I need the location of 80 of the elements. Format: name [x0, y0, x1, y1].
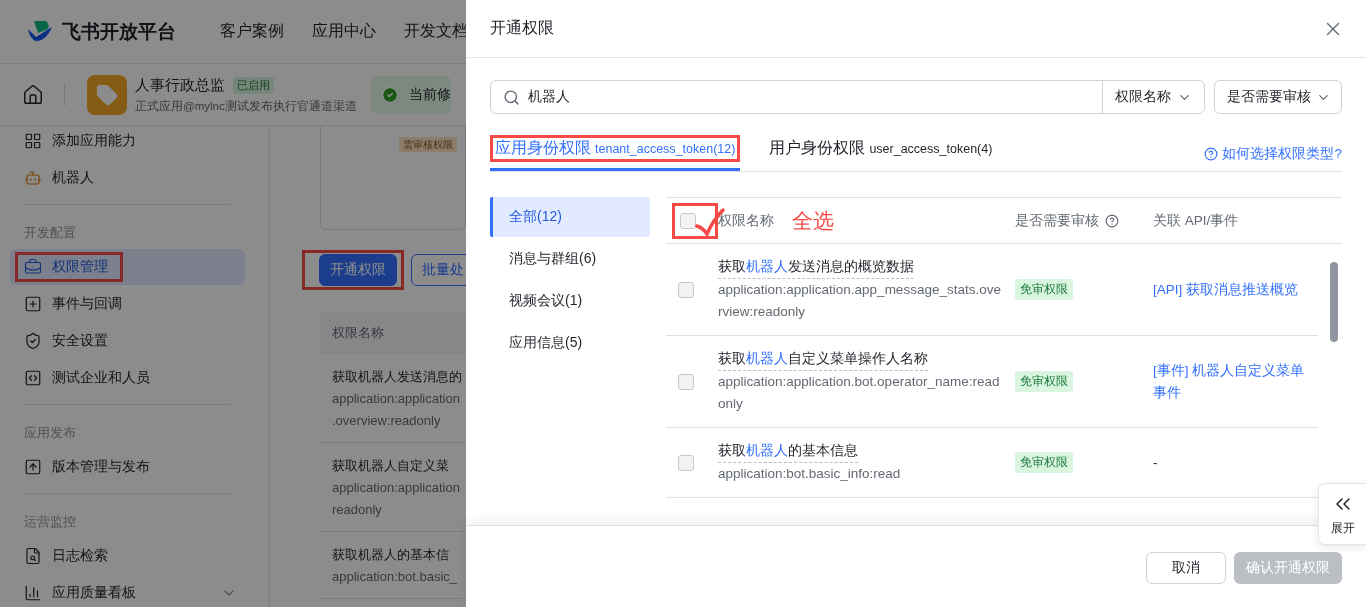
cancel-button[interactable]: 取消 — [1146, 551, 1226, 584]
permission-scope: .overview:readonly — [332, 412, 441, 430]
column-header: 关联 API/事件 — [1153, 211, 1239, 230]
sidebar-item[interactable]: 事件与回调 — [10, 286, 245, 322]
status-badge: 已启用 — [233, 76, 274, 94]
row-checkbox[interactable] — [678, 373, 694, 390]
app-icon — [87, 74, 127, 115]
sidebar-item[interactable]: 日志检索 — [10, 538, 245, 574]
permission-title: 获取机器人发送消息的 — [332, 368, 462, 386]
expand-button[interactable]: 展开 — [1318, 483, 1366, 545]
sidebar-item[interactable]: 版本管理与发布 — [10, 449, 245, 485]
related-link[interactable]: [API] 获取消息推送概览 — [1153, 278, 1318, 301]
permission-scope: application:application.bot.operator_name:readonly — [718, 373, 1001, 413]
review-tag: 免审权限 — [1015, 452, 1073, 473]
permission-scope: application:application — [332, 390, 460, 408]
shield-icon — [24, 332, 42, 350]
filter-select[interactable]: 是否需要审核 — [1214, 80, 1342, 114]
briefcase-icon — [24, 258, 42, 276]
field-select[interactable]: 权限名称 — [1102, 81, 1204, 113]
sidebar-item[interactable]: 安全设置 — [10, 323, 245, 359]
plus-square-icon — [24, 295, 42, 313]
upload-icon — [24, 458, 42, 476]
sidebar-heading: 应用发布 — [23, 424, 77, 442]
help-icon[interactable] — [1105, 213, 1119, 228]
table-header: 权限名称 — [320, 312, 466, 354]
nav-link[interactable]: 客户案例 — [220, 21, 284, 42]
category-item[interactable]: 全部(12) — [490, 197, 650, 237]
category-item[interactable]: 视频会议(1) — [490, 281, 650, 321]
review-tag: 免审权限 — [1015, 371, 1073, 392]
permission-title: 获取机器人的基本信息 — [718, 440, 858, 463]
sidebar-item[interactable]: 添加应用能力 — [10, 126, 245, 159]
permission-scope: application:application.app_message_stats.overview:readonly — [718, 281, 1001, 321]
file-search-icon — [24, 547, 42, 565]
nav-link[interactable]: 应用中心 — [312, 21, 376, 42]
select-all-checkbox[interactable] — [680, 212, 696, 229]
column-header: 是否需要审核 — [1015, 211, 1099, 230]
tab[interactable]: 用户身份权限 user_access_token(4) — [764, 135, 998, 171]
logo-text: 飞书开放平台 — [62, 19, 176, 44]
permission-title: 获取机器人的基本信 — [332, 546, 449, 564]
sidebar-item[interactable]: 应用质量看板 — [10, 575, 245, 607]
category-item[interactable]: 应用信息(5) — [490, 323, 650, 363]
annotation-label: 全选 — [792, 207, 834, 234]
code-icon — [24, 369, 42, 387]
column-header: 权限名称 — [718, 211, 774, 230]
search-field[interactable]: 机器人 权限名称 — [490, 80, 1205, 114]
help-link[interactable]: 如何选择权限类型? — [1204, 144, 1342, 163]
row-checkbox[interactable] — [678, 454, 694, 471]
bar-chart-icon — [24, 584, 42, 602]
robot-icon — [24, 169, 42, 187]
related-text: - — [1153, 453, 1159, 472]
logo-icon — [26, 20, 54, 43]
sidebar-heading: 运营监控 — [23, 513, 77, 531]
permission-scope: application:bot.basic_info:read — [718, 465, 902, 483]
drawer-title: 开通权限 — [490, 18, 554, 38]
sidebar-item[interactable]: 权限管理 — [10, 249, 245, 285]
permission-scope: application:application — [332, 479, 460, 497]
sidebar-item[interactable]: 机器人 — [10, 160, 245, 196]
card-tag: 需审核权限 — [399, 137, 457, 152]
app-name: 人事行政总监 — [135, 75, 225, 95]
scrollbar-thumb[interactable] — [1330, 262, 1338, 342]
check-circle-icon — [380, 85, 399, 104]
related-link[interactable]: [事件] 机器人自定义菜单事件 — [1153, 359, 1318, 404]
notice-text: 当前修 — [408, 85, 451, 104]
app-subtitle: 正式应用@mylnc测试发布执行官通道渠道 — [135, 98, 357, 114]
action-button[interactable]: 开通权限 — [319, 254, 397, 286]
review-tag: 免审权限 — [1015, 279, 1073, 300]
permission-title: 获取机器人 自定义菜单操作人名称 — [718, 348, 928, 371]
permission-title: 获取机器人自定义菜 — [332, 457, 449, 475]
home-icon[interactable] — [22, 83, 44, 106]
permission-scope: application:bot.basic_ — [332, 568, 458, 586]
permission-title: 获取机器人发送消息的概览数据 — [718, 256, 914, 279]
category-item[interactable]: 消息与群组(6) — [490, 239, 650, 279]
search-icon — [503, 88, 520, 106]
sidebar-heading: 开发配置 — [23, 224, 77, 242]
grid-icon — [24, 132, 42, 150]
row-checkbox[interactable] — [678, 281, 694, 298]
action-button[interactable]: 批量处 — [411, 254, 466, 286]
permission-scope: readonly — [332, 501, 382, 519]
help-icon — [1204, 146, 1219, 161]
sidebar-item[interactable]: 测试企业和人员 — [10, 360, 245, 396]
